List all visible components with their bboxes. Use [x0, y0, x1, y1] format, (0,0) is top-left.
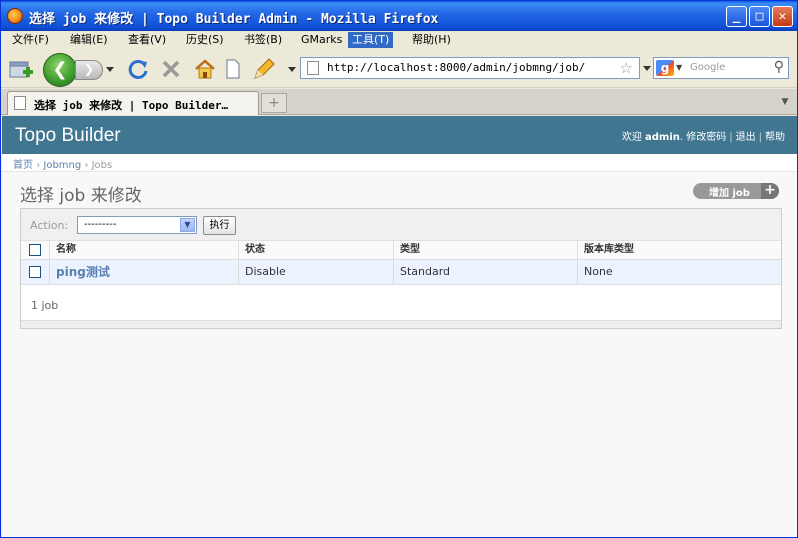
stop-icon[interactable]	[161, 59, 181, 79]
close-icon: ✕	[778, 9, 787, 24]
pencil-icon[interactable]	[251, 56, 277, 82]
changelist: Action: --------- ▼ 执行 名称 状态 类型 版本库类型 pi…	[20, 208, 782, 329]
page-favicon-icon	[307, 61, 319, 75]
cell-name: ping测试	[49, 260, 239, 285]
navigation-toolbar: ❮ ❯ http://localhost:8000/admin/jobmng/j…	[1, 50, 797, 88]
add-bookmark-icon[interactable]	[9, 58, 35, 80]
username: admin	[645, 132, 680, 143]
add-job-button[interactable]: 增加 job +	[693, 183, 779, 199]
plus-icon: +	[761, 183, 779, 199]
search-icon[interactable]: ⚲	[774, 59, 784, 75]
action-select[interactable]: --------- ▼	[77, 216, 197, 234]
result-count: 1 job	[31, 299, 59, 312]
maximize-icon: □	[755, 9, 764, 24]
pencil-dropdown-icon[interactable]	[287, 65, 297, 73]
firefox-icon	[7, 8, 23, 24]
cell-repo-type: None	[577, 260, 781, 285]
breadcrumb-current: Jobs	[91, 160, 113, 171]
tab-bar: 选择 job 来修改 | Topo Builder… + ▼	[1, 89, 797, 115]
column-type[interactable]: 类型	[393, 241, 577, 260]
search-bar[interactable]: g ▼ Google ⚲	[653, 57, 789, 79]
menu-help[interactable]: 帮助(H)	[408, 32, 455, 48]
run-action-button[interactable]: 执行	[203, 216, 236, 235]
tab-title: 选择 job 来修改 | Topo Builder…	[34, 99, 229, 112]
browser-window: 选择 job 来修改 | Topo Builder Admin - Mozill…	[0, 0, 798, 538]
job-link[interactable]: ping测试	[56, 265, 110, 279]
tab-list-dropdown-icon[interactable]: ▼	[778, 94, 792, 110]
changelist-footer	[21, 320, 781, 328]
window-title: 选择 job 来修改 | Topo Builder Admin - Mozill…	[29, 12, 439, 27]
breadcrumb-separator: ›	[36, 160, 41, 171]
menu-bar: 文件(F) 编辑(E) 查看(V) 历史(S) 书签(B) GMarks 工具(…	[1, 31, 797, 49]
user-tools: 欢迎 admin. 修改密码 | 退出 | 帮助	[621, 132, 785, 143]
action-selected-value: ---------	[84, 219, 117, 230]
tab-favicon-icon	[14, 96, 26, 110]
forward-arrow-icon: ❯	[84, 62, 95, 76]
logout-link[interactable]: 退出	[736, 132, 756, 143]
cell-status: Disable	[238, 260, 393, 285]
engine-dropdown-icon[interactable]: ▼	[676, 63, 682, 72]
back-arrow-icon: ❮	[52, 59, 68, 80]
url-dropdown-icon[interactable]	[642, 64, 652, 72]
breadcrumb-separator: ›	[84, 160, 89, 171]
admin-header: Topo Builder 欢迎 admin. 修改密码 | 退出 | 帮助	[2, 116, 797, 154]
column-repo-type[interactable]: 版本库类型	[577, 241, 781, 260]
select-all-checkbox[interactable]	[29, 244, 41, 256]
menu-history[interactable]: 历史(S)	[182, 32, 228, 48]
reload-icon[interactable]	[127, 58, 149, 80]
menu-tools[interactable]: 工具(T)	[348, 32, 394, 48]
back-button[interactable]: ❮	[43, 53, 77, 87]
new-tab-button[interactable]: +	[261, 93, 287, 113]
menu-edit[interactable]: 编辑(E)	[66, 32, 112, 48]
menu-gmarks[interactable]: GMarks	[297, 32, 346, 48]
menu-file[interactable]: 文件(F)	[8, 32, 53, 48]
title-bar[interactable]: 选择 job 来修改 | Topo Builder Admin - Mozill…	[1, 1, 797, 31]
star-bookmark-icon[interactable]: ☆	[620, 59, 633, 77]
page-icon[interactable]	[225, 59, 241, 79]
search-placeholder[interactable]: Google	[690, 62, 725, 73]
cell-type: Standard	[393, 260, 577, 285]
page-content: Topo Builder 欢迎 admin. 修改密码 | 退出 | 帮助 首页 › J…	[2, 116, 797, 537]
breadcrumb: 首页 › Jobmng › Jobs	[2, 154, 797, 172]
tab-current[interactable]: 选择 job 来修改 | Topo Builder…	[7, 91, 259, 115]
table-header: 名称 状态 类型 版本库类型	[21, 241, 781, 260]
url-text[interactable]: http://localhost:8000/admin/jobmng/job/	[327, 61, 585, 74]
close-button[interactable]: ✕	[772, 6, 793, 27]
url-bar[interactable]: http://localhost:8000/admin/jobmng/job/ …	[300, 57, 640, 79]
google-engine-icon[interactable]: g	[656, 60, 674, 76]
chevron-down-icon[interactable]: ▼	[180, 218, 195, 232]
column-name[interactable]: 名称	[49, 241, 239, 260]
page-title: 选择 job 来修改	[20, 186, 142, 206]
maximize-button[interactable]: □	[749, 6, 770, 27]
add-job-label: 增加 job	[709, 188, 750, 199]
table-row: ping测试 Disable Standard None	[21, 260, 781, 285]
paginator: 1 job	[21, 286, 781, 320]
forward-button[interactable]: ❯	[75, 60, 103, 80]
row-checkbox[interactable]	[29, 266, 41, 278]
menu-view[interactable]: 查看(V)	[124, 32, 170, 48]
help-link[interactable]: 帮助	[765, 132, 785, 143]
site-brand[interactable]: Topo Builder	[15, 125, 121, 147]
breadcrumb-home[interactable]: 首页	[13, 160, 33, 171]
home-icon[interactable]	[194, 58, 216, 80]
change-password-link[interactable]: 修改密码	[686, 132, 726, 143]
minimize-button[interactable]: _	[726, 6, 747, 27]
menu-bookmarks[interactable]: 书签(B)	[240, 32, 286, 48]
minimize-icon: _	[732, 9, 741, 24]
column-status[interactable]: 状态	[238, 241, 393, 260]
welcome-text: 欢迎	[621, 132, 642, 143]
breadcrumb-app[interactable]: Jobmng	[43, 160, 81, 171]
actions-bar: Action: --------- ▼ 执行	[21, 209, 781, 241]
history-dropdown-icon[interactable]	[105, 65, 115, 73]
action-label: Action:	[30, 219, 69, 232]
